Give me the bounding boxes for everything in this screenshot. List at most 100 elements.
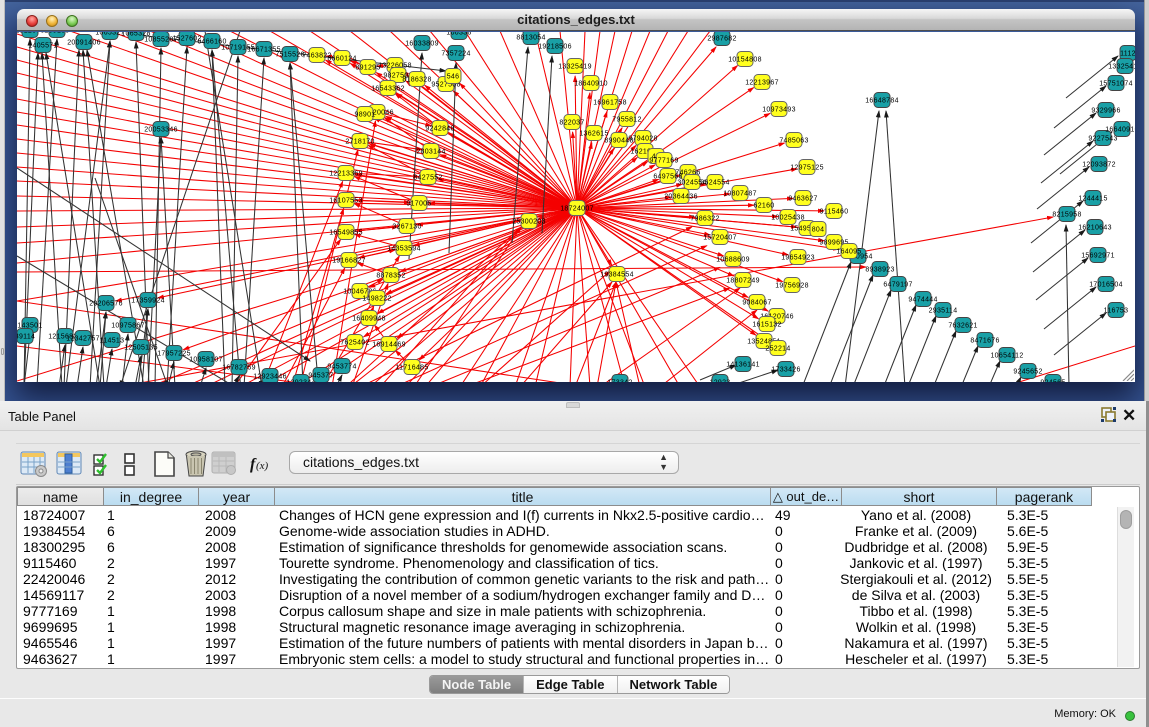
svg-text:19384554: 19384554 <box>600 272 634 279</box>
svg-text:9084067: 9084067 <box>742 300 771 307</box>
svg-text:3267130: 3267130 <box>392 224 421 231</box>
svg-text:116753: 116753 <box>1104 308 1129 315</box>
svg-text:16914469: 16914469 <box>372 342 406 349</box>
svg-text:7632621: 7632621 <box>948 323 977 330</box>
svg-text:1912575: 1912575 <box>17 32 45 35</box>
svg-text:7485063: 7485063 <box>779 138 808 145</box>
svg-text:1615132: 1615132 <box>752 322 781 329</box>
svg-text:14136141: 14136141 <box>726 362 760 369</box>
svg-text:9794028: 9794028 <box>628 136 657 143</box>
svg-text:10973493: 10973493 <box>762 107 796 114</box>
svg-text:945377: 945377 <box>308 373 333 380</box>
svg-text:12505135: 12505135 <box>124 345 158 352</box>
svg-text:6479197: 6479197 <box>883 282 912 289</box>
svg-text:7986322: 7986322 <box>690 216 719 223</box>
svg-text:20206576: 20206576 <box>89 301 123 308</box>
svg-text:8938923: 8938923 <box>865 267 894 274</box>
svg-text:164095: 164095 <box>836 249 861 256</box>
svg-text:10958107: 10958107 <box>189 357 223 364</box>
svg-text:18640910: 18640910 <box>574 81 608 88</box>
svg-text:16033809: 16033809 <box>405 41 439 48</box>
svg-text:1733426: 1733426 <box>771 367 800 374</box>
svg-text:9777169: 9777169 <box>649 158 678 165</box>
svg-text:1244415: 1244415 <box>1078 196 1107 203</box>
svg-text:19166827: 19166827 <box>332 258 366 265</box>
svg-text:15751074: 15751074 <box>1099 81 1133 88</box>
svg-text:2803144: 2803144 <box>416 149 445 156</box>
svg-text:12923: 12923 <box>710 380 731 383</box>
svg-text:12093872: 12093872 <box>1082 162 1116 169</box>
svg-text:10654112: 10654112 <box>990 353 1023 360</box>
svg-text:10688609: 10688609 <box>716 257 750 264</box>
svg-text:891295: 891295 <box>355 65 380 72</box>
svg-text:917006: 917006 <box>406 201 431 208</box>
svg-text:16409948: 16409948 <box>352 316 386 323</box>
svg-text:16210643: 16210643 <box>1078 225 1112 232</box>
svg-text:14353594: 14353594 <box>387 246 421 253</box>
svg-text:2935114: 2935114 <box>929 308 958 315</box>
svg-text:1362615: 1362615 <box>579 131 608 138</box>
svg-text:17359924: 17359924 <box>131 298 165 305</box>
svg-text:20364436: 20364436 <box>664 194 698 201</box>
svg-text:16782759: 16782759 <box>222 365 256 372</box>
svg-text:12342757: 12342757 <box>66 336 100 343</box>
svg-text:8660124: 8660124 <box>327 56 356 63</box>
svg-text:62160: 62160 <box>754 203 775 210</box>
svg-text:(x): (x) <box>256 460 269 472</box>
svg-text:8186328: 8186328 <box>402 77 431 84</box>
svg-text:18807249: 18807249 <box>726 278 760 285</box>
svg-text:9474444: 9474444 <box>908 297 937 304</box>
svg-text:9115460: 9115460 <box>820 209 849 216</box>
svg-text:19756928: 19756928 <box>775 283 809 290</box>
svg-text:9329966: 9329966 <box>1091 108 1120 115</box>
svg-text:804: 804 <box>812 227 825 234</box>
svg-text:546: 546 <box>447 74 460 81</box>
svg-text:7625402: 7625402 <box>340 340 369 347</box>
svg-text:18724007: 18724007 <box>560 206 594 213</box>
svg-text:12213967: 12213967 <box>745 80 779 87</box>
svg-text:114513: 114513 <box>100 338 125 345</box>
svg-text:8878352: 8878352 <box>376 273 405 280</box>
svg-text:16961758: 16961758 <box>593 100 627 107</box>
svg-text:19218506: 19218506 <box>538 44 572 51</box>
svg-text:16549855: 16549855 <box>329 230 363 237</box>
svg-text:17016504: 17016504 <box>1089 282 1123 289</box>
svg-text:12923446: 12923446 <box>253 374 287 381</box>
svg-text:9463627: 9463627 <box>788 196 817 203</box>
svg-text:173342: 173342 <box>607 380 632 383</box>
svg-text:924565: 924565 <box>1040 380 1065 383</box>
svg-text:17957225: 17957225 <box>157 351 191 358</box>
svg-text:13325419: 13325419 <box>558 64 592 71</box>
svg-text:19654923: 19654923 <box>781 255 815 262</box>
svg-text:12213369: 12213369 <box>329 171 363 178</box>
svg-text:1065327: 1065327 <box>95 32 124 37</box>
svg-text:209109: 209109 <box>44 32 69 35</box>
svg-text:7357224: 7357224 <box>441 51 470 58</box>
svg-text:160338: 160338 <box>446 32 471 37</box>
svg-text:1498222: 1498222 <box>362 296 391 303</box>
svg-text:10154808: 10154808 <box>728 57 762 64</box>
svg-text:15720407: 15720407 <box>703 235 737 242</box>
svg-text:16640910: 16640910 <box>1105 127 1135 134</box>
svg-text:252214: 252214 <box>765 346 790 353</box>
svg-text:16107553: 16107553 <box>329 198 363 205</box>
svg-text:10025438: 10025438 <box>771 215 805 222</box>
svg-text:7955812: 7955812 <box>612 117 641 124</box>
svg-text:9242848: 9242848 <box>425 126 454 133</box>
svg-text:39114: 39114 <box>17 334 35 341</box>
svg-text:1292344: 1292344 <box>286 380 315 383</box>
svg-text:15692971: 15692971 <box>1081 253 1115 260</box>
svg-text:1405571: 1405571 <box>28 43 57 50</box>
svg-text:20053346: 20053346 <box>144 127 178 134</box>
svg-text:9245652: 9245652 <box>1013 369 1042 376</box>
svg-text:8427552: 8427552 <box>413 175 442 182</box>
svg-text:8215958: 8215958 <box>1052 212 1081 219</box>
svg-text:10975867: 10975867 <box>111 323 145 330</box>
svg-text:98901: 98901 <box>355 112 376 119</box>
svg-text:822037: 822037 <box>559 120 584 127</box>
svg-text:13325419: 13325419 <box>1108 64 1135 71</box>
svg-text:2987682: 2987682 <box>707 36 736 43</box>
svg-text:8471676: 8471676 <box>970 338 999 345</box>
svg-text:16648784: 16648784 <box>865 98 899 105</box>
svg-text:7515526: 7515526 <box>275 52 304 59</box>
